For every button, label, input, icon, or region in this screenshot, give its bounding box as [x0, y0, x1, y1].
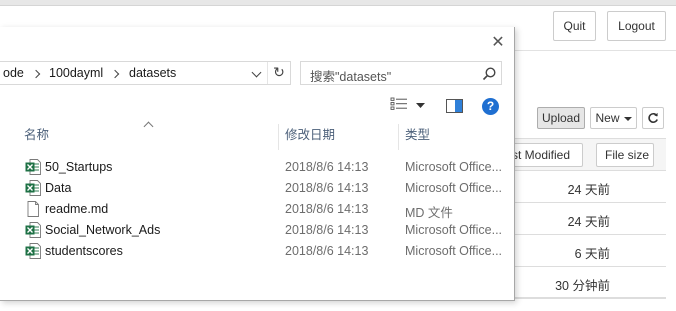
chevron-right-icon[interactable]	[31, 69, 41, 79]
refresh-icon	[648, 112, 658, 123]
breadcrumb-item[interactable]: ode	[3, 66, 24, 80]
chevron-down-icon[interactable]	[251, 67, 262, 78]
file-date: 2018/8/6 14:13	[285, 202, 369, 216]
close-icon[interactable]: ✕	[489, 33, 507, 51]
column-divider[interactable]	[278, 124, 279, 150]
refresh-list-button[interactable]	[642, 107, 664, 129]
logout-button[interactable]: Logout	[607, 11, 666, 41]
modified-time: 24 天前	[567, 215, 610, 229]
file-name: Social_Network_Ads	[45, 223, 161, 237]
list-item[interactable]: Data 2018/8/6 14:13 Microsoft Office...	[0, 178, 512, 199]
upload-button[interactable]: Upload	[537, 107, 585, 129]
column-header-type[interactable]: 类型	[405, 124, 430, 150]
modified-time: 30 分钟前	[555, 279, 610, 293]
new-button-label: New	[595, 111, 620, 125]
address-bar[interactable]: ode 100dayml datasets ↻	[0, 61, 291, 85]
file-type: Microsoft Office...	[405, 181, 503, 195]
file-type: Microsoft Office...	[405, 244, 503, 258]
file-type: Microsoft Office...	[405, 223, 503, 237]
file-type: Microsoft Office...	[405, 160, 503, 174]
file-list-header: st Modified File size	[500, 139, 666, 171]
search-placeholder: 搜索"datasets"	[310, 70, 392, 84]
modified-time: 24 天前	[567, 183, 610, 197]
breadcrumb-item[interactable]: 100dayml	[49, 66, 103, 80]
file-name: readme.md	[45, 202, 109, 216]
column-header-date[interactable]: 修改日期	[285, 124, 335, 150]
search-input[interactable]: 搜索"datasets"	[300, 61, 502, 85]
help-icon[interactable]: ?	[482, 98, 499, 115]
list-item[interactable]: readme.md 2018/8/6 14:13 MD 文件	[0, 199, 512, 220]
file-date: 2018/8/6 14:13	[285, 223, 369, 237]
list-item[interactable]: Social_Network_Ads 2018/8/6 14:13 Micros…	[0, 220, 512, 241]
excel-csv-icon	[25, 180, 41, 196]
column-divider[interactable]	[398, 124, 399, 150]
refresh-icon[interactable]: ↻	[270, 63, 288, 83]
file-date: 2018/8/6 14:13	[285, 160, 369, 174]
modified-time: 6 天前	[574, 247, 610, 261]
excel-csv-icon	[25, 243, 41, 259]
document-icon	[27, 201, 39, 217]
quit-button[interactable]: Quit	[553, 11, 596, 41]
breadcrumb-item[interactable]: datasets	[129, 66, 176, 80]
address-divider	[267, 62, 268, 84]
chevron-down-icon	[623, 117, 632, 121]
file-name: Data	[45, 181, 72, 195]
excel-csv-icon	[25, 159, 41, 175]
list-item[interactable]: studentscores 2018/8/6 14:13 Microsoft O…	[0, 241, 512, 262]
search-icon[interactable]	[481, 66, 497, 82]
file-date: 2018/8/6 14:13	[285, 244, 369, 258]
header-divider	[515, 50, 676, 51]
column-header-name[interactable]: 名称	[24, 124, 49, 150]
list-item[interactable]: 24 天前	[510, 203, 666, 235]
excel-csv-icon	[25, 222, 41, 238]
sort-ascending-icon	[143, 121, 154, 132]
notebook-file-list: st Modified File size 24 天前 24 天前 6 天前 3…	[500, 138, 666, 299]
view-options-icon[interactable]	[390, 97, 408, 111]
list-item[interactable]: 50_Startups 2018/8/6 14:13 Microsoft Off…	[0, 157, 512, 178]
list-item[interactable]: 6 天前	[510, 235, 666, 267]
list-item[interactable]: 24 天前	[510, 171, 666, 203]
file-open-dialog: ✕ ode 100dayml datasets ↻ 搜索"datasets" ?	[0, 27, 515, 301]
file-name: studentscores	[45, 244, 123, 258]
list-item[interactable]: 30 分钟前	[510, 267, 666, 299]
file-type: MD 文件	[405, 206, 453, 220]
sort-file-size-button[interactable]: File size	[596, 143, 654, 167]
chevron-right-icon[interactable]	[110, 69, 120, 79]
chevron-down-icon[interactable]	[416, 103, 425, 109]
new-dropdown-button[interactable]: New	[590, 107, 637, 129]
file-name: 50_Startups	[45, 160, 113, 174]
preview-pane-icon[interactable]	[446, 99, 463, 113]
file-date: 2018/8/6 14:13	[285, 181, 369, 195]
browser-top-strip	[0, 0, 676, 6]
